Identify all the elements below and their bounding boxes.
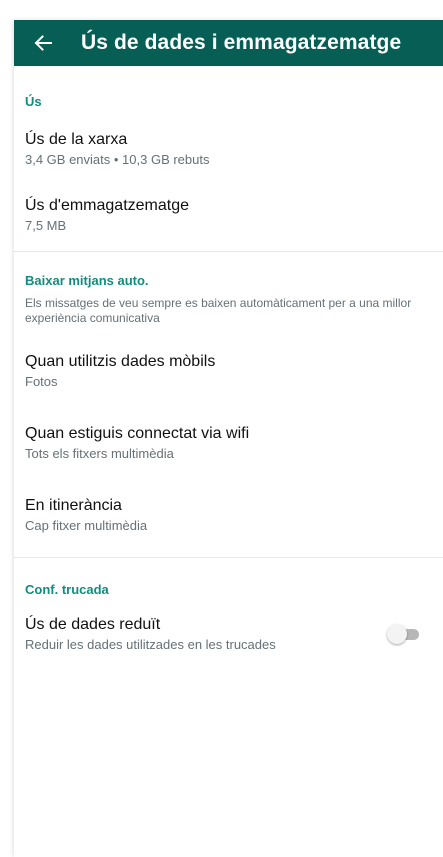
screen: Ús de dades i emmagatzematge Ús Ús de la… [14,20,443,857]
roaming-title: En itinerància [25,497,122,514]
toggle-thumb [387,624,407,644]
section-header-auto-download: Baixar mitjans auto. [25,273,149,288]
network-usage-item[interactable]: Ús de la xarxa 3,4 GB enviats • 10,3 GB … [14,130,443,168]
app-bar: Ús de dades i emmagatzematge [14,20,443,66]
section-header-usage: Ús [25,94,42,109]
voice-messages-note: Els missatges de veu sempre es baixen au… [25,296,412,325]
roaming-item[interactable]: En itinerància Cap fitxer multimèdia [14,496,443,534]
network-usage-title: Ús de la xarxa [25,131,128,148]
roaming-subtitle: Cap fitxer multimèdia [25,518,148,533]
low-data-usage-item[interactable]: Ús de dades reduït Reduir les dades util… [14,615,443,653]
low-data-usage-toggle[interactable] [387,624,421,644]
arrow-left-icon[interactable] [32,32,54,54]
wifi-title: Quan estiguis connectat via wifi [25,425,250,442]
mobile-data-title: Quan utilitzis dades mòbils [25,353,216,370]
section-header-call-settings: Conf. trucada [25,582,109,597]
storage-usage-title: Ús d'emmagatzematge [25,197,190,214]
wifi-item[interactable]: Quan estiguis connectat via wifi Tots el… [14,424,443,462]
mobile-data-subtitle: Fotos [25,374,58,389]
storage-usage-item[interactable]: Ús d'emmagatzematge 7,5 MB [14,196,443,234]
low-data-usage-subtitle: Reduir les dades utilitzades en les truc… [25,637,276,652]
mobile-data-item[interactable]: Quan utilitzis dades mòbils Fotos [14,352,443,390]
wifi-subtitle: Tots els fitxers multimèdia [25,446,174,461]
low-data-usage-title: Ús de dades reduït [25,616,161,633]
page-title: Ús de dades i emmagatzematge [81,31,402,54]
storage-usage-subtitle: 7,5 MB [25,218,67,233]
network-usage-subtitle: 3,4 GB enviats • 10,3 GB rebuts [25,152,210,167]
